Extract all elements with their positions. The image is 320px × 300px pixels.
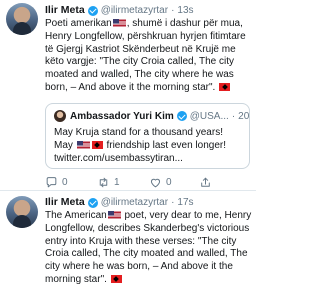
quoted-tweet-text: May Kruja stand for a thousand years! Ma… xyxy=(54,126,226,165)
tweet-header: Ilir Meta @ilirmetazyrtar · 13s xyxy=(45,4,250,17)
verified-badge-icon xyxy=(176,111,187,121)
albania-flag-icon xyxy=(110,274,122,283)
author-name[interactable]: Ilir Meta xyxy=(45,4,85,17)
tweet[interactable]: Ilir Meta @ilirmetazyrtar · 13s Poeti am… xyxy=(0,0,256,191)
quoted-link[interactable]: twitter.com/usembassytiran... xyxy=(54,152,226,165)
quoted-line: May friendship last even longer! xyxy=(54,139,226,152)
reply-button[interactable]: 0 xyxy=(45,176,68,189)
verified-badge-icon xyxy=(87,5,98,16)
tweet-content: Ilir Meta @ilirmetazyrtar · 17s The Amer… xyxy=(45,196,252,287)
verified-badge-icon xyxy=(87,197,98,208)
quoted-author-avatar xyxy=(54,110,66,122)
albania-flag-icon xyxy=(91,141,103,149)
quoted-line-part: May xyxy=(54,140,73,151)
tweet-line: entry into Kruja with these verses: "The… xyxy=(45,235,237,247)
tweet-content: Ilir Meta @ilirmetazyrtar · 13s Poeti am… xyxy=(45,4,250,95)
tweet-line-part: morning star". xyxy=(45,273,107,285)
separator-dot: · xyxy=(171,5,175,16)
tweet-line: born, – And above it the morning star". xyxy=(45,82,250,95)
tweet-line: morning star". xyxy=(45,274,250,287)
tweet-line: The American poet, very dear to me, Henr… xyxy=(45,210,252,223)
tweet-line: këto vargje: "The city Croia called, The… xyxy=(45,56,234,68)
like-button[interactable]: 0 xyxy=(149,176,172,189)
albania-flag-icon xyxy=(219,82,231,91)
quoted-author-handle: @USA... xyxy=(189,110,229,122)
us-flag-icon xyxy=(76,141,90,149)
quoted-tweet-header: Ambassador Yuri Kim @USA... · 20h xyxy=(54,110,250,122)
share-button[interactable] xyxy=(199,176,212,189)
tweet-line: Longfellow, describes Skanderbeg's victo… xyxy=(45,222,250,234)
reply-icon xyxy=(46,177,57,188)
retweet-icon xyxy=(99,177,108,188)
tweet-line: Henry Longfellow, përshkruan hyrjen fiti… xyxy=(45,30,246,42)
like-icon xyxy=(150,178,161,188)
tweet-line: city where he was born, – And above it t… xyxy=(45,261,233,273)
tweet[interactable]: Ilir Meta @ilirmetazyrtar · 17s The Amer… xyxy=(0,191,256,300)
tweet-line-part: Poeti amerikan xyxy=(45,18,112,29)
tweet-actions: 0 1 0 xyxy=(45,176,250,190)
author-avatar[interactable] xyxy=(6,196,38,228)
tweet-line: të Gjergj Kastriot Skënderbeut në Krujë … xyxy=(45,43,236,55)
tweet-line-part: born, – And above it the morning star". xyxy=(45,81,216,93)
tweet-timestamp[interactable]: 17s xyxy=(177,196,193,209)
author-handle[interactable]: @ilirmetazyrtar xyxy=(101,4,168,17)
tweet-timestamp[interactable]: 13s xyxy=(177,4,193,17)
separator-dot: · xyxy=(171,197,175,208)
tweet-header: Ilir Meta @ilirmetazyrtar · 17s xyxy=(45,196,250,209)
tweet-text: Poeti amerikan, shumë i dashur për mua, … xyxy=(45,18,250,95)
tweet-line-part: , shumë i dashur për mua, xyxy=(126,18,243,29)
retweet-count: 1 xyxy=(114,177,120,188)
tweet-text: The American poet, very dear to me, Henr… xyxy=(45,210,252,287)
tweet-line-part: The American xyxy=(45,210,107,221)
us-flag-icon xyxy=(107,211,121,219)
author-name[interactable]: Ilir Meta xyxy=(45,196,85,209)
quoted-line-part: friendship last even longer! xyxy=(106,140,226,151)
quoted-tweet[interactable]: Ambassador Yuri Kim @USA... · 20h May Kr… xyxy=(45,103,250,169)
tweet-line-part: poet, very dear to me, Henry xyxy=(121,210,252,221)
tweet-line: Poeti amerikan , shumë i dashur për mua, xyxy=(45,18,250,31)
retweet-button[interactable]: 1 xyxy=(97,176,120,189)
tweet-line: moated and walled, The city where he was xyxy=(45,69,234,81)
quoted-line: May Kruja stand for a thousand years! xyxy=(54,127,223,138)
reply-count: 0 xyxy=(62,177,68,188)
quoted-timestamp: 20h xyxy=(238,110,250,122)
author-handle[interactable]: @ilirmetazyrtar xyxy=(101,196,168,209)
share-icon xyxy=(201,177,210,187)
us-flag-icon xyxy=(112,19,126,27)
quoted-author-name: Ambassador Yuri Kim xyxy=(70,110,174,122)
like-count: 0 xyxy=(166,177,172,188)
author-avatar[interactable] xyxy=(6,3,38,35)
separator-dot: · xyxy=(231,110,236,122)
tweet-line: Croia called, The city moated and walled… xyxy=(45,248,248,260)
